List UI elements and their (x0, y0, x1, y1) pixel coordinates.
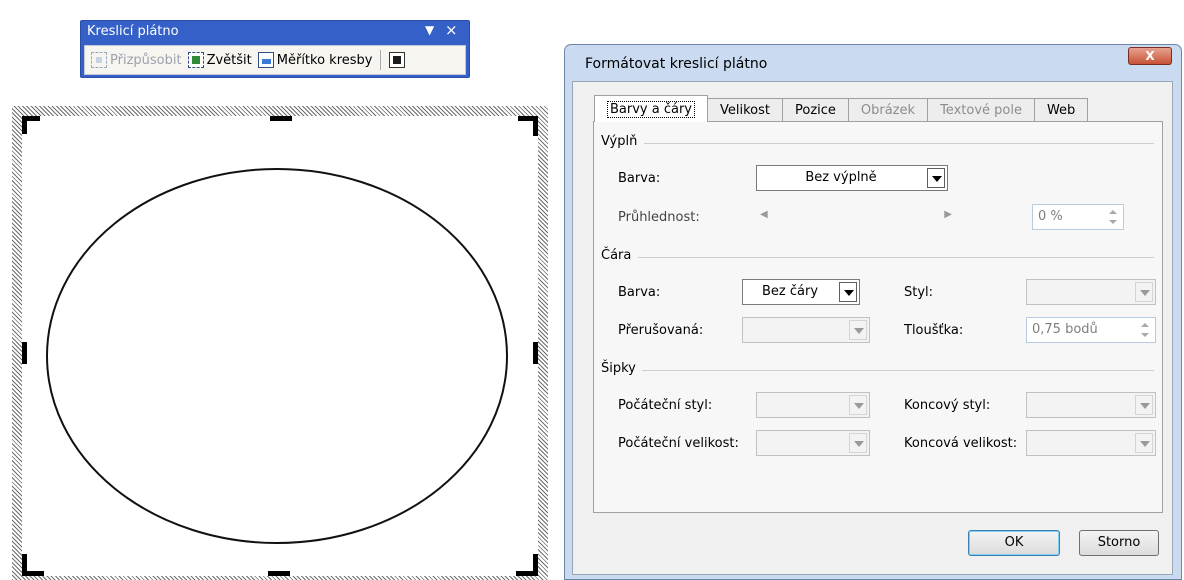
fit-button[interactable]: Přizpůsobit (88, 48, 185, 72)
text-wrapping-button[interactable] (386, 48, 411, 72)
dashed-select[interactable] (742, 317, 870, 343)
chevron-down-icon[interactable] (927, 168, 945, 188)
line-weight-value: 0,75 bodů (1032, 322, 1098, 337)
tab-web[interactable]: Web (1033, 98, 1089, 122)
end-style-select[interactable] (1026, 392, 1156, 418)
spinner-arrows-icon[interactable] (1105, 207, 1121, 227)
tab-text-box[interactable]: Textové pole (927, 98, 1035, 122)
text-wrapping-icon (388, 52, 405, 68)
handle-middle-left[interactable] (22, 342, 27, 364)
handle-top-center[interactable] (270, 116, 292, 121)
drawing-canvas[interactable] (12, 106, 548, 580)
scale-drawing-icon (257, 52, 274, 68)
line-style-select[interactable] (1026, 279, 1156, 305)
fit-button-label: Přizpůsobit (110, 52, 182, 68)
chevron-down-icon[interactable] (849, 320, 867, 340)
line-section-divider (638, 257, 1154, 258)
chevron-down-icon[interactable] (1135, 433, 1153, 453)
handle-bottom-right[interactable] (516, 571, 538, 576)
fit-icon (91, 52, 107, 68)
transparency-slider-track[interactable] (756, 204, 956, 228)
transparency-value: 0 % (1038, 209, 1063, 224)
drawing-canvas-toolbar: Kreslicí plátno ▼ × Přizpůsobit Zvětšit … (80, 20, 470, 78)
toolbar-buttons: Přizpůsobit Zvětšit Měřítko kresby (84, 45, 466, 75)
cancel-button[interactable]: Storno (1079, 530, 1159, 556)
slider-left-arrow-icon[interactable]: ◀ (760, 209, 768, 220)
begin-size-label: Počáteční velikost: (618, 436, 739, 451)
arrows-section-title: Šipky (601, 361, 636, 376)
toolbar-title: Kreslicí plátno (87, 24, 179, 39)
handle-bottom-center[interactable] (268, 571, 290, 576)
dialog-close-button[interactable]: X (1128, 47, 1172, 65)
tab-position[interactable]: Pozice (782, 98, 849, 122)
ok-button[interactable]: OK (968, 530, 1060, 556)
line-color-value: Bez čáry (761, 284, 819, 299)
dashed-label: Přerušovaná: (618, 323, 704, 338)
expand-icon (187, 52, 204, 68)
end-size-label: Koncová velikost: (904, 436, 1018, 451)
chevron-down-icon[interactable] (1135, 282, 1153, 302)
tab-picture[interactable]: Obrázek (847, 98, 929, 122)
fill-color-value: Bez výplně (805, 170, 877, 185)
end-size-select[interactable] (1026, 430, 1156, 456)
toolbar-separator (379, 50, 381, 70)
transparency-label: Průhlednost: (618, 210, 700, 225)
canvas-resize-handles (22, 116, 538, 576)
tab-panel-colors-and-lines: Výplň Barva: Bez výplně Průhlednost: ◀ ▶… (593, 121, 1163, 513)
fill-section-title: Výplň (601, 134, 638, 149)
dialog-title: Formátovat kreslicí plátno (585, 56, 768, 72)
line-weight-label: Tloušťka: (904, 323, 964, 338)
expand-button-label: Zvětšit (206, 52, 252, 68)
chevron-down-icon[interactable] (849, 395, 867, 415)
begin-size-select[interactable] (756, 430, 870, 456)
handle-bottom-left[interactable] (22, 571, 44, 576)
canvas-drawing (22, 116, 538, 576)
slider-right-arrow-icon[interactable]: ▶ (944, 209, 952, 220)
line-section-title: Čára (601, 248, 632, 263)
tab-colors-and-lines-label: Barvy a čáry (607, 100, 695, 118)
tab-size[interactable]: Velikost (707, 98, 783, 122)
handle-top-right-vertical[interactable] (533, 116, 538, 136)
end-style-label: Koncový styl: (904, 398, 991, 413)
dialog-tabs: Barvy a čáry Velikost Pozice Obrázek Tex… (594, 95, 1089, 122)
handle-middle-right[interactable] (533, 342, 538, 364)
spinner-arrows-icon[interactable] (1137, 320, 1153, 340)
format-canvas-dialog: Formátovat kreslicí plátno X Barvy a čár… (564, 44, 1182, 580)
line-color-label: Barva: (618, 285, 661, 300)
fill-section-divider (644, 143, 1154, 144)
line-style-label: Styl: (904, 285, 934, 300)
chevron-down-icon[interactable] (1135, 395, 1153, 415)
chevron-down-icon[interactable] (839, 282, 857, 302)
begin-style-label: Počáteční styl: (618, 398, 713, 413)
scale-drawing-button-label: Měřítko kresby (276, 52, 373, 68)
line-color-select[interactable]: Bez čáry (742, 279, 860, 305)
dialog-client-area: Barvy a čáry Velikost Pozice Obrázek Tex… (572, 81, 1173, 575)
fill-color-label: Barva: (618, 171, 661, 186)
tab-colors-and-lines[interactable]: Barvy a čáry (594, 95, 708, 122)
expand-button[interactable]: Zvětšit (185, 48, 255, 72)
fill-color-select[interactable]: Bez výplně (756, 165, 948, 191)
arrows-section-divider (642, 370, 1154, 371)
toolbar-options-icon[interactable]: ▼ (425, 23, 434, 37)
toolbar-close-icon[interactable]: × (445, 21, 458, 39)
transparency-spinner[interactable]: 0 % (1032, 204, 1124, 230)
begin-style-select[interactable] (756, 392, 870, 418)
ellipse-shape[interactable] (46, 168, 508, 544)
transparency-slider[interactable]: ◀ ▶ (756, 204, 956, 228)
handle-top-left-vertical[interactable] (22, 116, 27, 134)
scale-drawing-button[interactable]: Měřítko kresby (255, 48, 376, 72)
chevron-down-icon[interactable] (849, 433, 867, 453)
line-weight-spinner[interactable]: 0,75 bodů (1026, 317, 1156, 343)
